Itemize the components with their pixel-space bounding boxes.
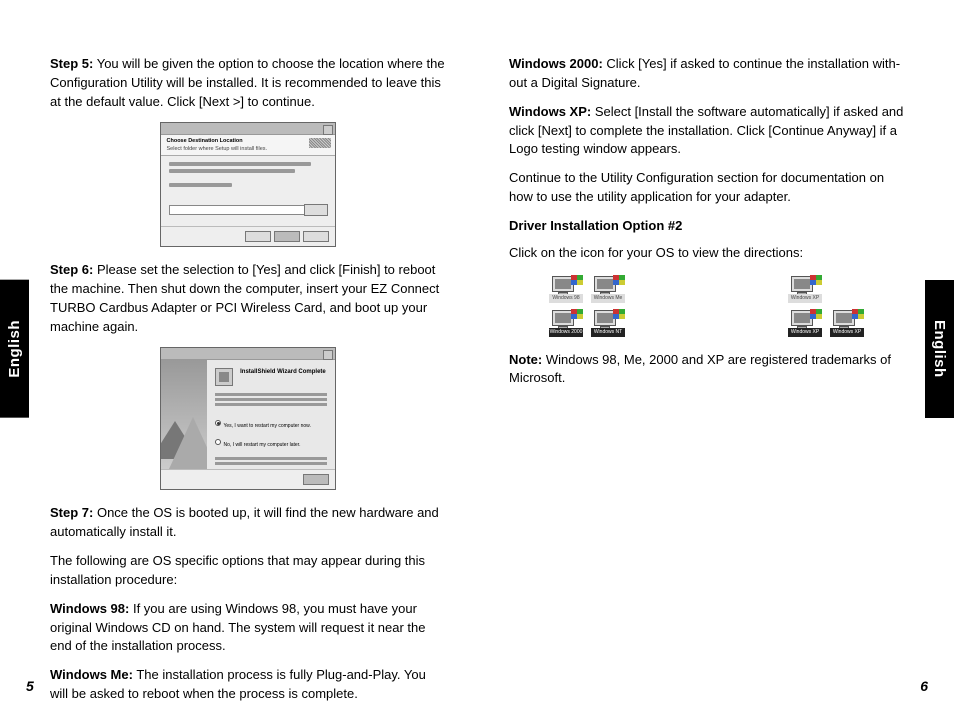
os-icon-win98[interactable]: Windows 98 [549,275,583,303]
step5-label: Step 5: [50,56,93,71]
driver-heading: Driver Installation Option #2 [509,217,904,236]
step6-text: Please set the selection to [Yes] and cl… [50,262,439,334]
os-icon-winxp-b[interactable]: Windows XP [788,309,822,337]
os-icon-winnt[interactable]: Windows NT [591,309,625,337]
screenshot-titlebar [161,123,335,135]
note-paragraph: Note: Windows 98, Me, 2000 and XP are re… [509,351,904,389]
step7-label: Step 7: [50,505,93,520]
driver-instruction: Click on the icon for your OS to view th… [509,244,904,263]
win98-label: Windows 98: [50,601,129,616]
note-text: Windows 98, Me, 2000 and XP are register… [509,352,891,386]
winxp-label: Windows XP: [509,104,591,119]
os-icon-cluster-left: Windows 98 Windows Me Windows 2000 Windo… [549,275,625,337]
screenshot-destination-location: Choose Destination Location Select folde… [160,122,336,248]
step5-paragraph: Step 5: You will be given the option to … [50,55,445,112]
radio-yes-icon [215,420,221,426]
os-icon-winxp-a[interactable]: Windows XP [788,275,822,303]
os-intro: The following are OS specific options th… [50,552,445,590]
page-left: Step 5: You will be given the option to … [0,0,477,716]
winme-label: Windows Me: [50,667,133,682]
os-icon-winxp-c[interactable]: Windows XP [830,309,864,337]
page-spread: Step 5: You will be given the option to … [0,0,954,716]
step7-paragraph: Step 7: Once the OS is booted up, it wil… [50,504,445,542]
win2000-label: Windows 2000: [509,56,603,71]
continue-text: Continue to the Utility Configuration se… [509,169,904,207]
step6-paragraph: Step 6: Please set the selection to [Yes… [50,261,445,336]
screenshot-header: Choose Destination Location Select folde… [161,135,335,157]
step7-text: Once the OS is booted up, it will find t… [50,505,439,539]
screenshot-titlebar [161,348,335,360]
radio-no-icon [215,439,221,445]
next-button-icon [274,231,300,242]
finish-button-icon [303,474,329,485]
screenshot-body [161,156,335,226]
screenshot-footer [161,469,335,489]
note-label: Note: [509,352,542,367]
back-button-icon [245,231,271,242]
win98-paragraph: Windows 98: If you are using Windows 98,… [50,600,445,657]
win2000-paragraph: Windows 2000: Click [Yes] if asked to co… [509,55,904,93]
winxp-paragraph: Windows XP: Select [Install the software… [509,103,904,160]
wizard-content: InstallShield Wizard Complete Yes, I wan… [207,360,335,470]
setup-icon [215,368,233,386]
os-icon-row: Windows 98 Windows Me Windows 2000 Windo… [549,275,864,337]
step5-text: You will be given the option to choose t… [50,56,445,109]
cancel-button-icon [303,231,329,242]
os-icon-winme[interactable]: Windows Me [591,275,625,303]
os-icon-win2000[interactable]: Windows 2000 [549,309,583,337]
step6-label: Step 6: [50,262,93,277]
wizard-art [161,360,207,470]
os-icon-cluster-right: Windows XP Windows XP Windows XP [788,275,864,337]
page-right: Windows 2000: Click [Yes] if asked to co… [477,0,954,716]
screenshot-footer [161,226,335,246]
screenshot-wizard-complete: InstallShield Wizard Complete Yes, I wan… [160,347,336,491]
winme-paragraph: Windows Me: The installation process is … [50,666,445,704]
